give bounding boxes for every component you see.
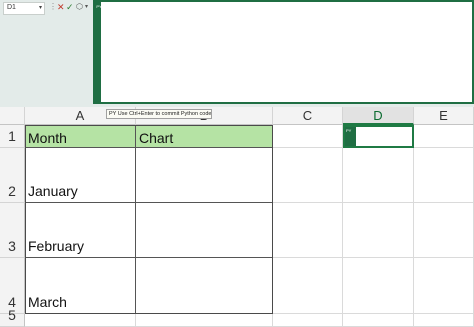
python-badge: PY bbox=[346, 128, 352, 133]
row-header-2[interactable]: 2 bbox=[0, 148, 25, 203]
cell-c3[interactable] bbox=[273, 203, 343, 258]
column-header-c[interactable]: C bbox=[273, 107, 343, 125]
name-box-value: D1 bbox=[7, 4, 16, 11]
row-header-4[interactable]: 4 bbox=[0, 258, 25, 314]
cell-e3[interactable] bbox=[414, 203, 474, 258]
row-header-5[interactable]: 5 bbox=[0, 307, 25, 327]
cell-a4[interactable]: March bbox=[25, 258, 136, 314]
python-menu-chevron-icon[interactable]: ▾ bbox=[85, 1, 88, 13]
cell-a3[interactable]: February bbox=[25, 203, 136, 258]
cell-c4[interactable] bbox=[273, 258, 343, 314]
commit-python-tooltip: PY Use Ctrl+Enter to commit Python code bbox=[106, 109, 212, 119]
cell-a5[interactable] bbox=[25, 314, 136, 327]
python-badge: PY bbox=[96, 4, 102, 9]
cell-b2[interactable] bbox=[136, 148, 273, 203]
cell-b5[interactable] bbox=[136, 314, 273, 327]
cell-d2[interactable] bbox=[343, 148, 414, 203]
name-box[interactable]: D1 ▾ bbox=[3, 2, 45, 15]
cell-b1[interactable]: Chart bbox=[136, 125, 273, 148]
python-editor-indicator bbox=[95, 2, 101, 102]
vertical-dots-icon: ⋮ bbox=[49, 2, 57, 11]
cell-a1[interactable]: Month bbox=[25, 125, 136, 148]
cell-e2[interactable] bbox=[414, 148, 474, 203]
cell-c5[interactable] bbox=[273, 314, 343, 327]
enter-icon[interactable]: ✓ bbox=[66, 1, 74, 13]
select-all-corner[interactable] bbox=[0, 107, 25, 125]
cell-d4[interactable] bbox=[343, 258, 414, 314]
column-header-e[interactable]: E bbox=[414, 107, 474, 125]
cell-d5[interactable] bbox=[343, 314, 414, 327]
month-cell: February bbox=[28, 238, 85, 254]
python-menu-icon[interactable]: ⬡ bbox=[76, 1, 83, 13]
row-header-3[interactable]: 3 bbox=[0, 203, 25, 258]
formula-bar-area: D1 ▾ ⋮ ✕ ✓ ⬡ ▾ PY bbox=[0, 0, 474, 107]
cancel-icon[interactable]: ✕ bbox=[57, 1, 65, 13]
cell-e4[interactable] bbox=[414, 258, 474, 314]
month-header: Month bbox=[28, 130, 67, 146]
cell-c1[interactable] bbox=[273, 125, 343, 148]
cell-e5[interactable] bbox=[414, 314, 474, 327]
column-header-d[interactable]: D bbox=[343, 107, 414, 125]
cell-c2[interactable] bbox=[273, 148, 343, 203]
cell-b3[interactable] bbox=[136, 203, 273, 258]
month-cell: March bbox=[28, 294, 67, 310]
chevron-down-icon[interactable]: ▾ bbox=[39, 4, 42, 11]
month-cell: January bbox=[28, 183, 78, 199]
cell-d3[interactable] bbox=[343, 203, 414, 258]
cell-e1[interactable] bbox=[414, 125, 474, 148]
active-cell-d1[interactable]: PY bbox=[343, 125, 414, 148]
row-header-1[interactable]: 1 bbox=[0, 125, 25, 148]
python-cell-indicator: PY bbox=[345, 127, 356, 146]
python-code-editor[interactable]: PY bbox=[93, 0, 474, 104]
chart-header: Chart bbox=[139, 130, 174, 146]
cell-a2[interactable]: January bbox=[25, 148, 136, 203]
cell-b4[interactable] bbox=[136, 258, 273, 314]
